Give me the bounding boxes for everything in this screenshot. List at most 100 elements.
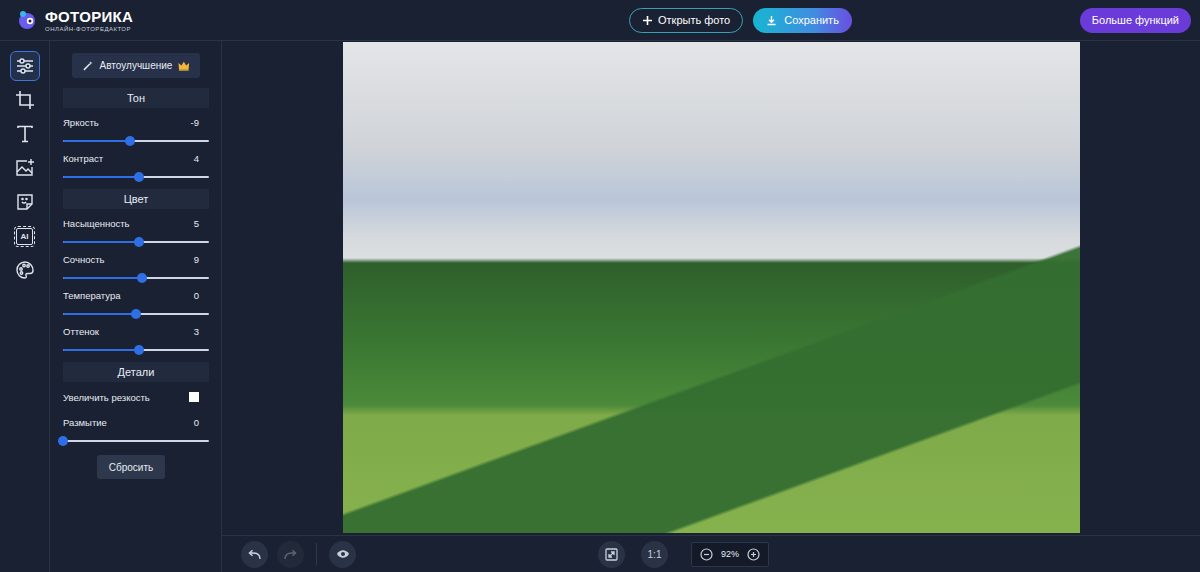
crop-tool[interactable]	[10, 85, 40, 115]
slider[interactable]	[63, 166, 209, 188]
section-title: Тон	[63, 88, 209, 108]
sticker-icon	[15, 192, 35, 212]
slider-track	[63, 277, 209, 279]
crop-icon	[15, 90, 35, 110]
magic-wand-icon	[82, 60, 94, 72]
logo-subtitle: ОНЛАЙН-ФОТОРЕДАКТОР	[45, 26, 133, 32]
fit-screen-icon	[605, 548, 618, 561]
logo-title: ФОТОРИКА	[45, 9, 133, 24]
panel-section: Тон Яркость -9 Контраст 4	[63, 88, 209, 188]
slider-fill	[63, 277, 142, 279]
panel-section: Цвет Насыщенность 5 Сочность 9 Температура0От…	[63, 189, 209, 361]
slider-knob[interactable]	[125, 136, 135, 146]
slider-track	[63, 140, 209, 142]
save-button[interactable]: Сохранить	[753, 8, 852, 33]
image-tool[interactable]	[10, 153, 40, 183]
text-tool[interactable]	[10, 119, 40, 149]
undo-button[interactable]	[241, 541, 268, 568]
slider-value: 5	[194, 217, 209, 231]
sticker-tool[interactable]	[10, 187, 40, 217]
slider-row: Оттенок 3	[63, 325, 209, 361]
sliders-icon	[15, 56, 35, 76]
zoom-out-icon[interactable]	[700, 548, 713, 561]
checkbox-row[interactable]: Увеличить резкость	[63, 390, 209, 404]
slider-row: Сочность 9	[63, 253, 209, 289]
logo[interactable]: ФОТОРИКА ОНЛАЙН-ФОТОРЕДАКТОР	[0, 9, 629, 32]
section-title: Детали	[63, 362, 209, 382]
slider-track	[63, 241, 209, 243]
photo-editor: ФОТОРИКА ОНЛАЙН-ФОТОРЕДАКТОР Открыть фото С…	[0, 0, 1200, 572]
slider-value: 4	[194, 152, 209, 166]
undo-icon	[248, 549, 261, 560]
slider-row: Размытие 0	[63, 416, 209, 452]
tool-rail: AI	[0, 41, 50, 572]
section-title: Цвет	[63, 189, 209, 209]
slider-knob[interactable]	[137, 273, 147, 283]
ai-chip-icon: AI	[16, 228, 33, 245]
photo[interactable]	[343, 42, 1080, 533]
checkbox[interactable]	[189, 392, 199, 402]
slider-knob[interactable]	[134, 237, 144, 247]
slider-fill	[63, 349, 139, 351]
slider-knob[interactable]	[134, 172, 144, 182]
slider[interactable]	[63, 303, 209, 325]
canvas-area	[222, 41, 1200, 535]
logo-icon	[16, 9, 38, 31]
zoom-control: 92%	[691, 542, 769, 567]
slider-fill	[63, 176, 139, 178]
bottom-bar: 1:1 92%	[222, 535, 1200, 572]
redo-icon	[284, 549, 297, 560]
eye-icon	[336, 549, 350, 559]
slider-track	[63, 440, 209, 442]
crown-icon	[178, 61, 190, 71]
slider[interactable]	[63, 267, 209, 289]
add-image-icon	[15, 158, 35, 178]
slider-row: Температура0	[63, 289, 209, 325]
slider-label: Оттенок	[63, 325, 99, 339]
adjust-panel: Автоулучшение Тон Яркость -9 Контраст 4 Цвет На…	[50, 41, 222, 572]
slider-fill	[63, 241, 139, 243]
download-icon	[766, 15, 777, 26]
slider-row: Яркость -9	[63, 116, 209, 152]
more-features-button[interactable]: Больше функций	[1080, 8, 1191, 33]
slider-knob[interactable]	[134, 345, 144, 355]
slider-label: Сочность	[63, 253, 104, 267]
slider-label: Насыщенность	[63, 217, 130, 231]
separator	[316, 543, 317, 565]
auto-enhance-button[interactable]: Автоулучшение	[72, 53, 200, 78]
slider-label: Яркость	[63, 116, 99, 130]
slider-knob[interactable]	[58, 436, 68, 446]
slider[interactable]	[63, 231, 209, 253]
ai-tool[interactable]: AI	[10, 221, 40, 251]
slider-fill	[63, 313, 136, 315]
redo-button[interactable]	[277, 541, 304, 568]
fit-screen-button[interactable]	[598, 541, 625, 568]
zoom-value: 92%	[721, 549, 739, 559]
slider-label: Контраст	[63, 152, 103, 166]
text-tool-icon	[15, 124, 35, 144]
slider-label: Температура	[63, 289, 121, 303]
preview-button[interactable]	[329, 541, 356, 568]
slider-value: -9	[191, 116, 209, 130]
slider-knob[interactable]	[131, 309, 141, 319]
slider-track	[63, 313, 209, 315]
palette-tool[interactable]	[10, 255, 40, 285]
zoom-in-icon[interactable]	[747, 548, 760, 561]
slider-value: 9	[194, 253, 209, 267]
slider-value: 3	[194, 325, 209, 339]
reset-button[interactable]: Сбросить	[97, 455, 165, 479]
adjust-tool[interactable]	[10, 51, 40, 81]
checkbox-label: Увеличить резкость	[63, 392, 150, 403]
slider[interactable]	[63, 130, 209, 152]
slider-row: Насыщенность 5	[63, 217, 209, 253]
slider-label: Размытие	[63, 416, 107, 430]
panel-section: Детали Увеличить резкость Размытие 0	[63, 362, 209, 452]
slider-value: 0	[194, 416, 209, 430]
open-photo-button[interactable]: Открыть фото	[629, 8, 743, 33]
actual-size-button[interactable]: 1:1	[641, 541, 668, 568]
palette-icon	[15, 260, 35, 280]
slider[interactable]	[63, 430, 209, 452]
plus-icon	[642, 15, 653, 26]
slider[interactable]	[63, 339, 209, 361]
slider-track	[63, 176, 209, 178]
